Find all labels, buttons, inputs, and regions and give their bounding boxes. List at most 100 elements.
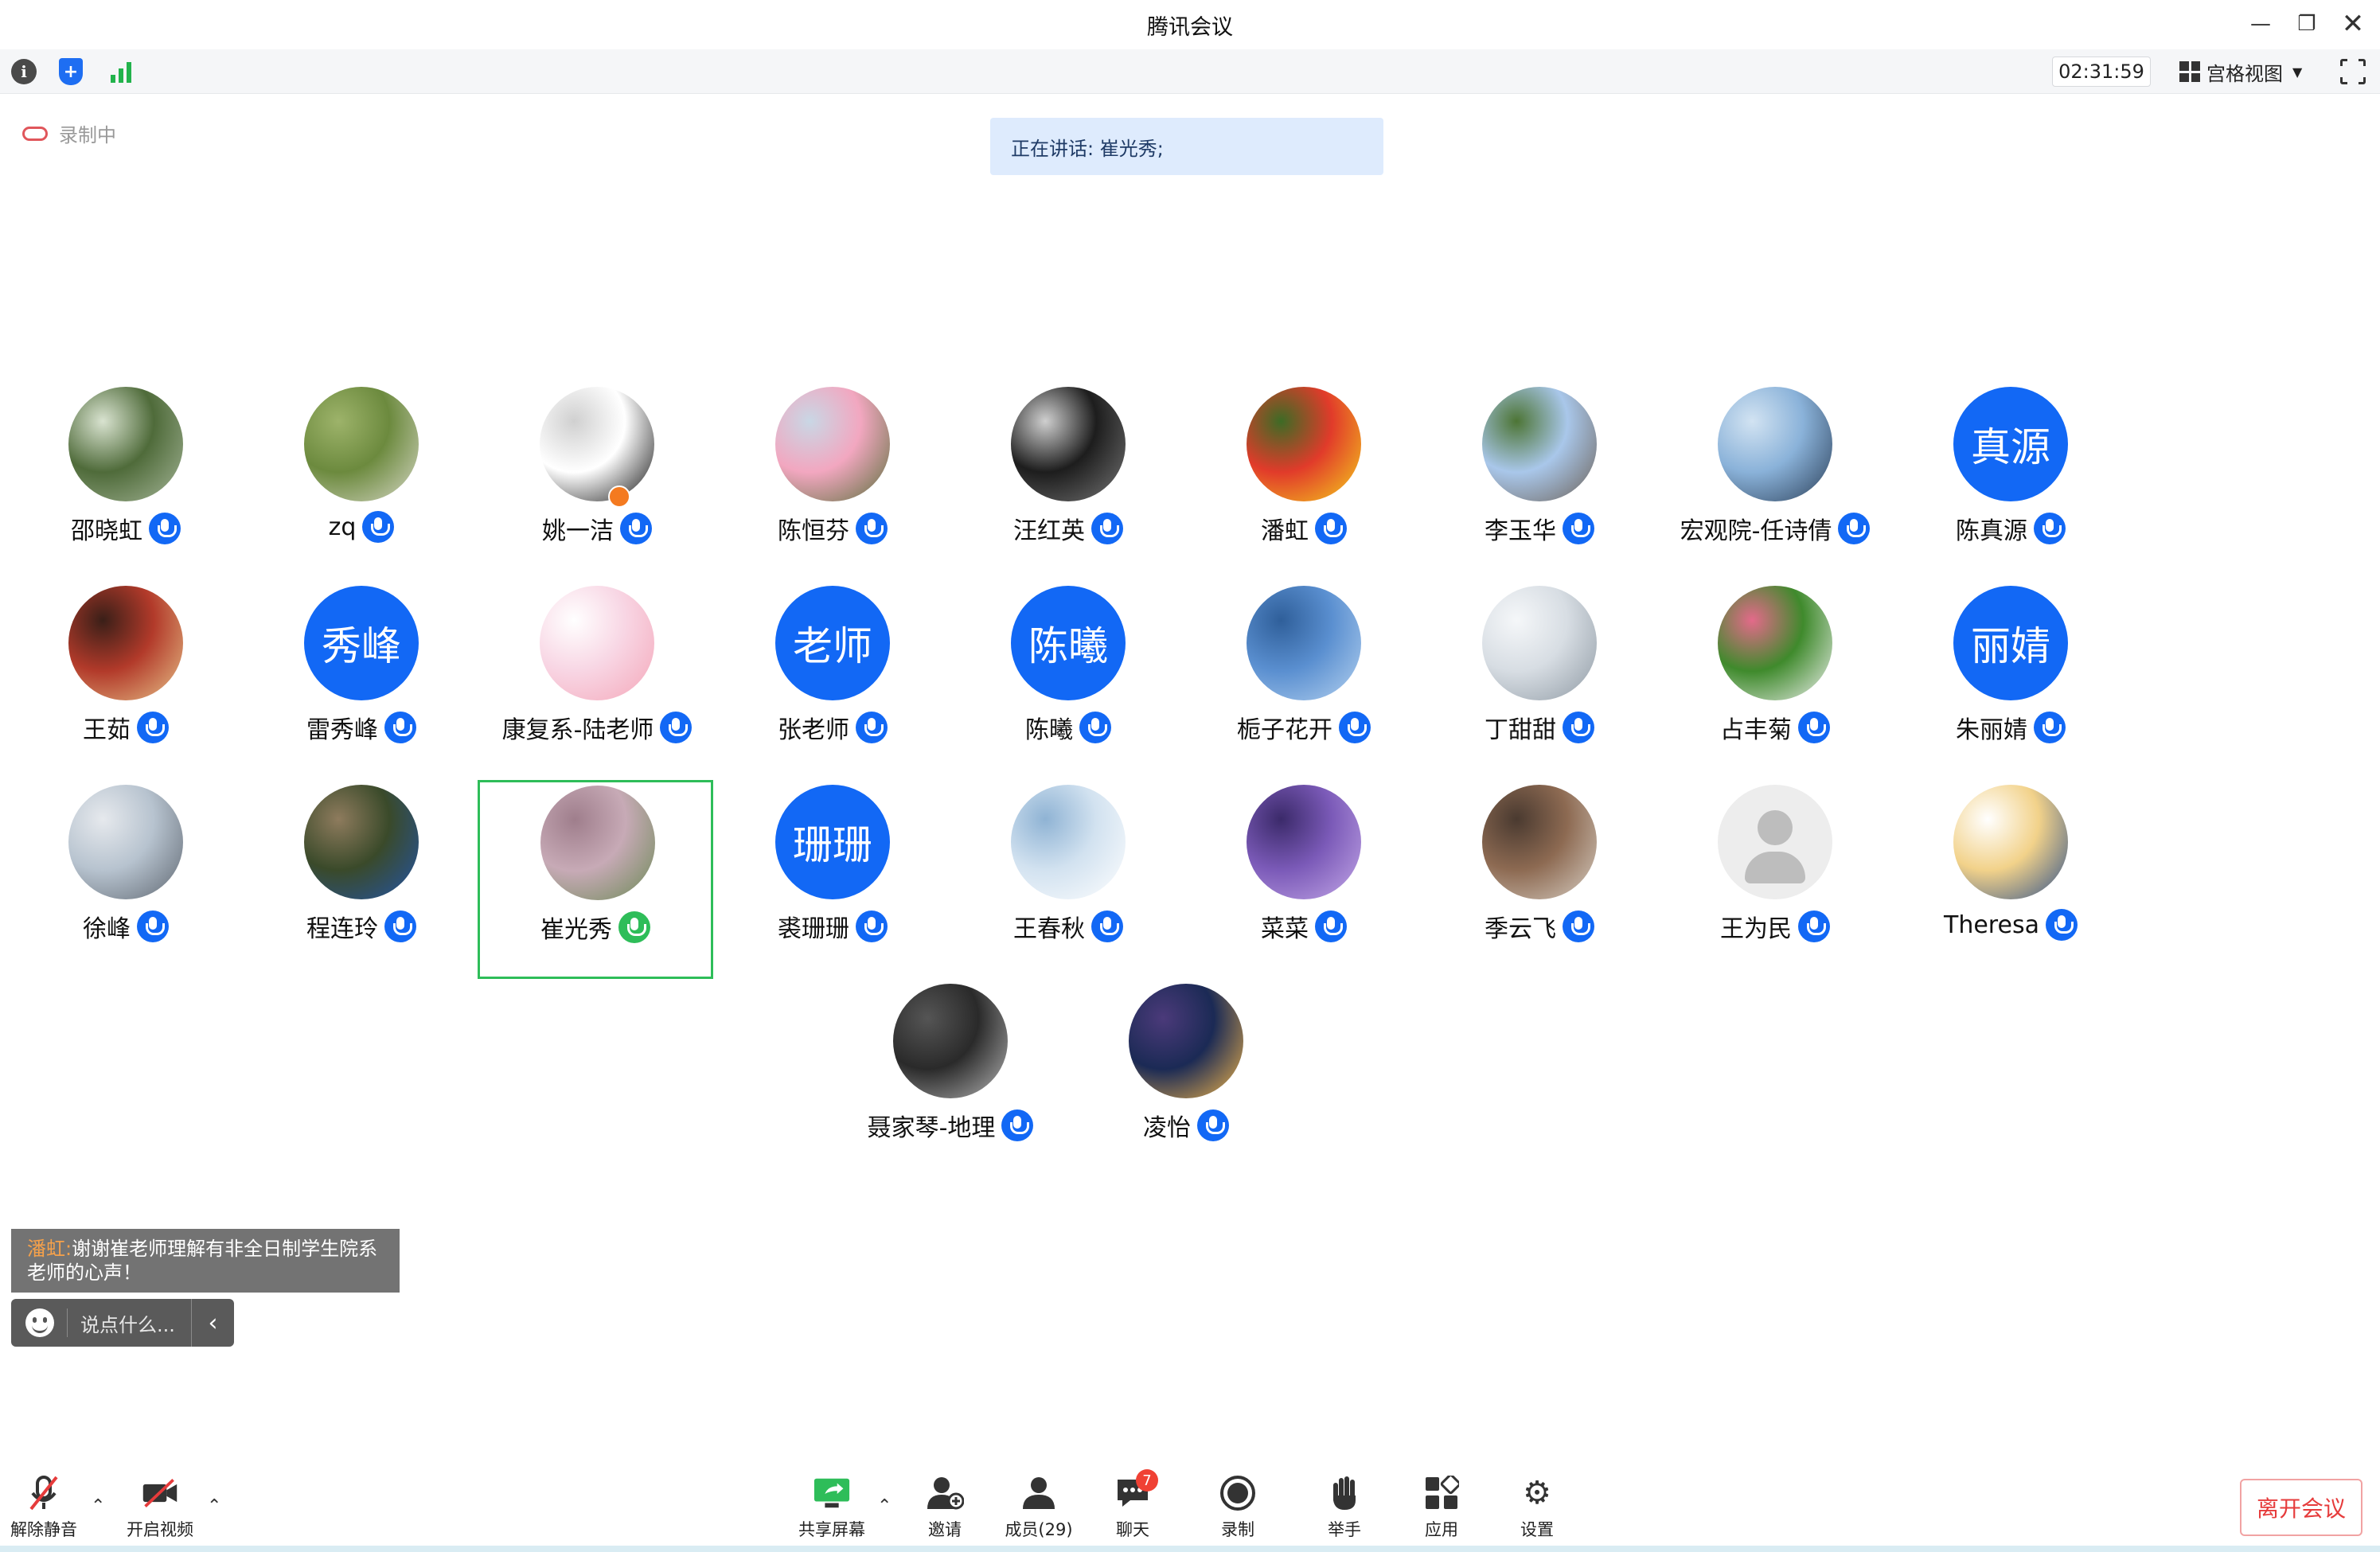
- audio-options-chevron-icon[interactable]: ⌃: [91, 1496, 105, 1516]
- participant-tile[interactable]: 真源 陈真源: [1893, 384, 2128, 583]
- participant-name-row: 邵晓虹: [8, 511, 244, 546]
- settings-button[interactable]: ⚙ 设置: [1493, 1474, 1581, 1546]
- avatar: [1718, 387, 1832, 501]
- view-mode-button[interactable]: 宫格视图 ▼: [2170, 57, 2318, 87]
- avatar: 老师: [775, 586, 890, 700]
- meeting-toolbar: i + 02:31:59 宫格视图 ▼: [0, 49, 2380, 94]
- minimize-button[interactable]: —: [2238, 6, 2283, 41]
- participant-tile[interactable]: 聂家琴-地理: [833, 981, 1068, 1180]
- unmute-button[interactable]: 解除静音: [0, 1474, 88, 1546]
- participant-tile[interactable]: 占丰菊: [1657, 583, 1893, 782]
- avatar: [1953, 785, 2068, 899]
- participant-name: 栀子花开: [1237, 716, 1332, 744]
- participant-tile[interactable]: zq: [244, 384, 479, 583]
- participant-tile[interactable]: 宏观院-任诗倩: [1657, 384, 1893, 583]
- participant-name-row: 徐峰: [8, 909, 244, 944]
- fullscreen-icon[interactable]: [2339, 58, 2366, 85]
- chat-button[interactable]: 7 聊天: [1089, 1469, 1176, 1546]
- avatar: 丽婧: [1953, 586, 2068, 700]
- emoji-icon[interactable]: [25, 1308, 54, 1337]
- participant-tile[interactable]: 崔光秀: [478, 780, 713, 979]
- participant-tile[interactable]: 老师 张老师: [715, 583, 950, 782]
- mic-icon: [2034, 513, 2066, 544]
- participant-tile[interactable]: 珊珊 裘珊珊: [715, 782, 950, 981]
- participant-tile[interactable]: 汪红英: [950, 384, 1186, 583]
- leave-meeting-button[interactable]: 离开会议: [2240, 1479, 2362, 1536]
- chat-input-placeholder[interactable]: 说点什么...: [80, 1309, 191, 1337]
- participant-tile[interactable]: 陈曦 陈曦: [950, 583, 1186, 782]
- mic-icon: [384, 911, 416, 942]
- avatar: [1482, 785, 1597, 899]
- participant-tile[interactable]: 王春秋: [950, 782, 1186, 981]
- participant-name-row: 陈曦: [950, 710, 1186, 745]
- participant-tile[interactable]: 陈恒芬: [715, 384, 950, 583]
- participant-name: 陈曦: [1025, 716, 1073, 744]
- close-button[interactable]: ✕: [2331, 6, 2375, 41]
- info-icon[interactable]: i: [11, 59, 37, 84]
- mic-icon: [1091, 911, 1123, 942]
- muted-mic-icon: [25, 1474, 63, 1512]
- signal-icon[interactable]: [108, 59, 135, 84]
- chat-input-bar[interactable]: 说点什么... ‹: [11, 1299, 234, 1347]
- raise-hand-button[interactable]: 举手: [1301, 1474, 1388, 1546]
- chat-message: 谢谢崔老师理解有非全日制学生院系老师的心声！: [27, 1238, 378, 1284]
- participant-name: 崔光秀: [540, 916, 612, 944]
- share-screen-button[interactable]: 共享屏幕: [788, 1474, 876, 1546]
- participant-tile[interactable]: 王茹: [8, 583, 244, 782]
- collapse-chat-icon[interactable]: ‹: [191, 1299, 234, 1347]
- mic-icon: [660, 712, 693, 743]
- participant-tile[interactable]: 栀子花开: [1186, 583, 1422, 782]
- participant-tile[interactable]: 季云飞: [1422, 782, 1657, 981]
- invite-button[interactable]: 邀请: [901, 1474, 989, 1546]
- participant-grid: 邵晓虹 zq 姚一洁 陈恒芬 汪红英 潘虹李玉华 宏观院-任诗倩 真源 陈真源王茹 秀峰 雷秀峰 康复…: [0, 0, 2380, 1552]
- participant-name: 陈真源: [1956, 517, 2027, 545]
- participant-name-row: 李玉华: [1422, 511, 1657, 546]
- participant-tile[interactable]: 程连玲: [244, 782, 479, 981]
- participant-tile[interactable]: 潘虹: [1186, 384, 1422, 583]
- participant-name-row: Theresa: [1893, 909, 2128, 941]
- mic-icon: [1563, 712, 1594, 743]
- unmute-label: 解除静音: [10, 1520, 77, 1539]
- meeting-timer: 02:31:59: [2052, 57, 2151, 87]
- participant-tile[interactable]: 丁甜甜: [1422, 583, 1657, 782]
- members-button[interactable]: 成员(29): [995, 1474, 1083, 1546]
- invite-label: 邀请: [928, 1520, 962, 1539]
- apps-button[interactable]: 应用: [1398, 1474, 1485, 1546]
- participant-tile[interactable]: 徐峰: [8, 782, 244, 981]
- share-screen-label: 共享屏幕: [798, 1520, 865, 1539]
- avatar: [775, 387, 890, 501]
- security-shield-icon[interactable]: +: [59, 58, 83, 85]
- avatar: 秀峰: [304, 586, 419, 700]
- default-avatar-icon: [1718, 785, 1832, 899]
- mic-icon: [1079, 712, 1111, 743]
- participant-name: 王为民: [1720, 915, 1792, 943]
- restore-button[interactable]: ❐: [2284, 6, 2329, 41]
- participant-name: 宏观院-任诗倩: [1680, 517, 1832, 545]
- participant-tile[interactable]: 康复系-陆老师: [479, 583, 715, 782]
- participant-name-row: 菜菜: [1186, 909, 1422, 944]
- participant-tile[interactable]: 邵晓虹: [8, 384, 244, 583]
- participant-name: 徐峰: [83, 915, 131, 943]
- participant-tile[interactable]: 姚一洁: [479, 384, 715, 583]
- participant-tile[interactable]: 王为民: [1657, 782, 1893, 981]
- participant-name-row: 季云飞: [1422, 909, 1657, 944]
- start-video-button[interactable]: 开启视频: [116, 1474, 204, 1546]
- participant-name: 李玉华: [1485, 517, 1556, 545]
- participant-name: 姚一洁: [542, 517, 614, 545]
- mic-icon: [620, 513, 652, 544]
- video-options-chevron-icon[interactable]: ⌃: [207, 1496, 221, 1516]
- record-button[interactable]: 录制: [1194, 1474, 1282, 1546]
- participant-tile[interactable]: 秀峰 雷秀峰: [244, 583, 479, 782]
- participant-tile[interactable]: 菜菜: [1186, 782, 1422, 981]
- avatar: [1247, 785, 1361, 899]
- participant-name-row: 崔光秀: [480, 910, 711, 945]
- share-options-chevron-icon[interactable]: ⌃: [877, 1496, 892, 1516]
- mic-icon: [1091, 513, 1123, 544]
- participant-tile[interactable]: 丽婧 朱丽婧: [1893, 583, 2128, 782]
- participant-tile[interactable]: Theresa: [1893, 782, 2128, 981]
- participant-name: 陈恒芬: [778, 517, 849, 545]
- participant-tile[interactable]: 李玉华: [1422, 384, 1657, 583]
- raise-hand-icon: [1325, 1474, 1364, 1512]
- participant-tile[interactable]: 凌怡: [1068, 981, 1304, 1180]
- mic-icon: [149, 513, 181, 544]
